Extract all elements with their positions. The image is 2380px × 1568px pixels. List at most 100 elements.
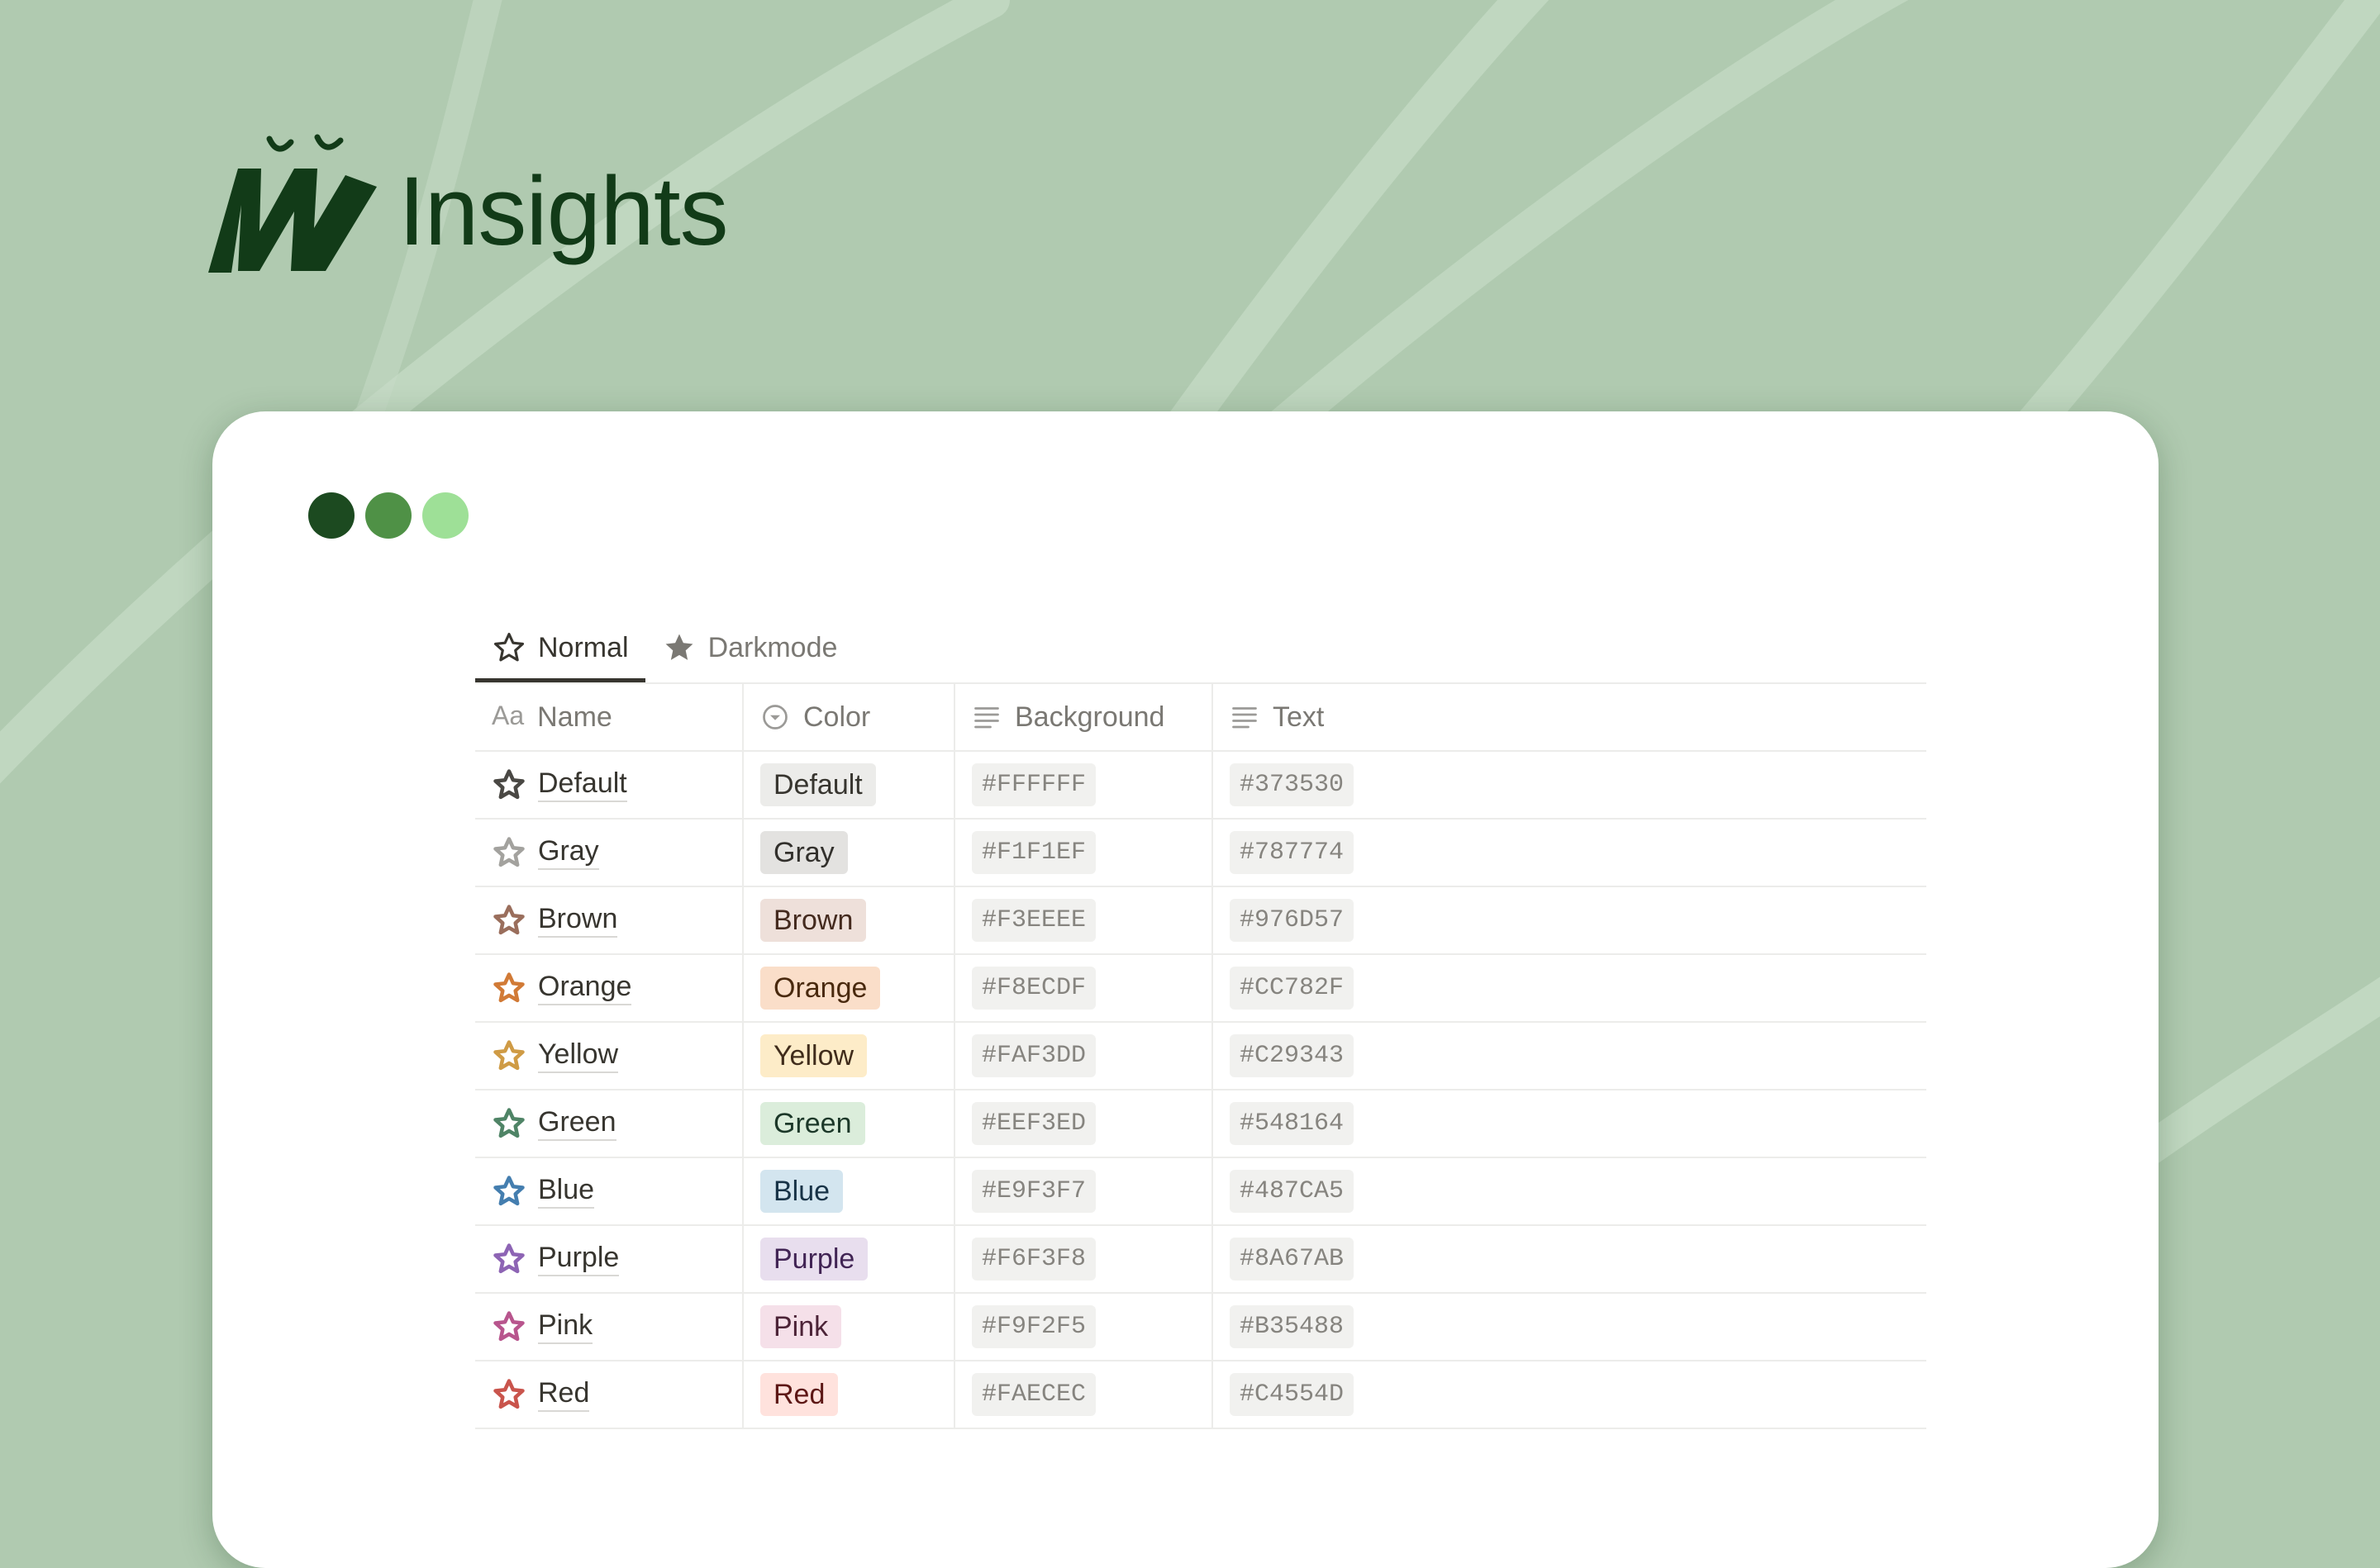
cell-text[interactable]: #787774	[1211, 819, 1926, 887]
background-hex: #EEF3ED	[972, 1102, 1097, 1145]
background-hex: #F6F3F8	[972, 1238, 1097, 1281]
text-lines-icon	[974, 707, 999, 729]
window-dot-light	[422, 492, 469, 539]
column-header-name[interactable]: Aa Name	[475, 684, 743, 752]
cell-background[interactable]: #FFFFFF	[954, 751, 1212, 820]
table-row[interactable]: Yellow Yellow #FAF3DD #C29343	[475, 1022, 1926, 1090]
cell-background[interactable]: #F8ECDF	[954, 954, 1212, 1023]
text-hex: #8A67AB	[1230, 1238, 1354, 1281]
color-tag: Orange	[760, 966, 881, 1010]
cell-background[interactable]: #E9F3F7	[954, 1157, 1212, 1226]
cell-name[interactable]: Purple	[475, 1225, 743, 1294]
star-icon	[493, 1243, 525, 1274]
colors-table: Aa Name Color Background Text Default De…	[475, 684, 1926, 1429]
column-header-text[interactable]: Text	[1211, 684, 1926, 752]
table-row[interactable]: Green Green #EEF3ED #548164	[475, 1090, 1926, 1158]
cell-background[interactable]: #F3EEEE	[954, 886, 1212, 955]
color-tag: Blue	[760, 1169, 844, 1214]
cell-text[interactable]: #C29343	[1211, 1022, 1926, 1090]
tab-darkmode[interactable]: Darkmode	[645, 615, 854, 681]
cell-name[interactable]: Gray	[475, 819, 743, 887]
brand-logo-icon	[208, 134, 377, 273]
text-aa-icon: Aa	[492, 701, 525, 730]
background-hex: #F3EEEE	[972, 899, 1097, 942]
cell-name[interactable]: Red	[475, 1361, 743, 1429]
window-dot-medium	[365, 492, 412, 539]
background-hex: #E9F3F7	[972, 1170, 1097, 1213]
table-row[interactable]: Gray Gray #F1F1EF #787774	[475, 819, 1926, 887]
cell-color[interactable]: Yellow	[742, 1022, 954, 1090]
cell-background[interactable]: #FAF3DD	[954, 1022, 1212, 1090]
color-tag: Yellow	[760, 1033, 868, 1078]
row-name-link[interactable]: Orange	[538, 971, 632, 1005]
text-lines-icon	[1232, 707, 1257, 729]
cell-color[interactable]: Gray	[742, 819, 954, 887]
color-tag: Pink	[760, 1304, 842, 1349]
cell-name[interactable]: Brown	[475, 886, 743, 955]
star-icon	[493, 1108, 525, 1138]
cell-text[interactable]: #CC782F	[1211, 954, 1926, 1023]
table-row[interactable]: Pink Pink #F9F2F5 #B35488	[475, 1293, 1926, 1361]
background-hex: #F9F2F5	[972, 1305, 1097, 1348]
cell-text[interactable]: #976D57	[1211, 886, 1926, 955]
cell-text[interactable]: #373530	[1211, 751, 1926, 820]
cell-name[interactable]: Orange	[475, 954, 743, 1023]
row-name-link[interactable]: Pink	[538, 1309, 593, 1344]
window-dot-dark	[308, 492, 355, 539]
cell-text[interactable]: #548164	[1211, 1090, 1926, 1158]
text-hex: #CC782F	[1230, 967, 1354, 1010]
background-hex: #FFFFFF	[972, 763, 1097, 806]
table-row[interactable]: Purple Purple #F6F3F8 #8A67AB	[475, 1225, 1926, 1294]
row-name-link[interactable]: Yellow	[538, 1038, 619, 1073]
cell-name[interactable]: Blue	[475, 1157, 743, 1226]
column-header-color[interactable]: Color	[742, 684, 954, 752]
text-hex: #548164	[1230, 1102, 1354, 1145]
row-name-link[interactable]: Purple	[538, 1242, 620, 1276]
cell-background[interactable]: #F9F2F5	[954, 1293, 1212, 1361]
color-tag: Gray	[760, 830, 848, 875]
background-hex: #F1F1EF	[972, 831, 1097, 874]
column-header-label: Background	[1015, 701, 1165, 733]
cell-color[interactable]: Orange	[742, 954, 954, 1023]
cell-text[interactable]: #B35488	[1211, 1293, 1926, 1361]
text-hex: #B35488	[1230, 1305, 1354, 1348]
table-row[interactable]: Orange Orange #F8ECDF #CC782F	[475, 954, 1926, 1023]
row-name-link[interactable]: Gray	[538, 835, 599, 870]
row-name-link[interactable]: Green	[538, 1106, 616, 1141]
table-row[interactable]: Default Default #FFFFFF #373530	[475, 751, 1926, 820]
color-tag: Red	[760, 1372, 839, 1417]
cell-color[interactable]: Default	[742, 751, 954, 820]
cell-color[interactable]: Green	[742, 1090, 954, 1158]
cell-color[interactable]: Blue	[742, 1157, 954, 1226]
table-row[interactable]: Blue Blue #E9F3F7 #487CA5	[475, 1157, 1926, 1226]
cell-text[interactable]: #487CA5	[1211, 1157, 1926, 1226]
cell-name[interactable]: Yellow	[475, 1022, 743, 1090]
window-dots	[308, 492, 479, 539]
cell-background[interactable]: #F1F1EF	[954, 819, 1212, 887]
row-name-link[interactable]: Brown	[538, 903, 618, 938]
table-row[interactable]: Brown Brown #F3EEEE #976D57	[475, 886, 1926, 955]
cell-name[interactable]: Default	[475, 751, 743, 820]
row-name-link[interactable]: Blue	[538, 1174, 595, 1209]
star-icon	[493, 905, 525, 935]
background-hex: #F8ECDF	[972, 967, 1097, 1010]
tab-normal[interactable]: Normal	[475, 615, 645, 682]
cell-color[interactable]: Purple	[742, 1225, 954, 1294]
color-tag: Default	[760, 763, 876, 807]
cell-background[interactable]: #EEF3ED	[954, 1090, 1212, 1158]
cell-background[interactable]: #F6F3F8	[954, 1225, 1212, 1294]
table-row[interactable]: Red Red #FAECEC #C4554D	[475, 1361, 1926, 1429]
cell-name[interactable]: Green	[475, 1090, 743, 1158]
cell-color[interactable]: Red	[742, 1361, 954, 1429]
row-name-link[interactable]: Default	[538, 767, 627, 802]
cell-color[interactable]: Brown	[742, 886, 954, 955]
cell-text[interactable]: #C4554D	[1211, 1361, 1926, 1429]
color-tag: Purple	[760, 1237, 869, 1281]
row-name-link[interactable]: Red	[538, 1377, 590, 1412]
cell-name[interactable]: Pink	[475, 1293, 743, 1361]
cell-text[interactable]: #8A67AB	[1211, 1225, 1926, 1294]
cell-background[interactable]: #FAECEC	[954, 1361, 1212, 1429]
column-header-background[interactable]: Background	[954, 684, 1212, 752]
cell-color[interactable]: Pink	[742, 1293, 954, 1361]
star-icon	[493, 972, 525, 1003]
